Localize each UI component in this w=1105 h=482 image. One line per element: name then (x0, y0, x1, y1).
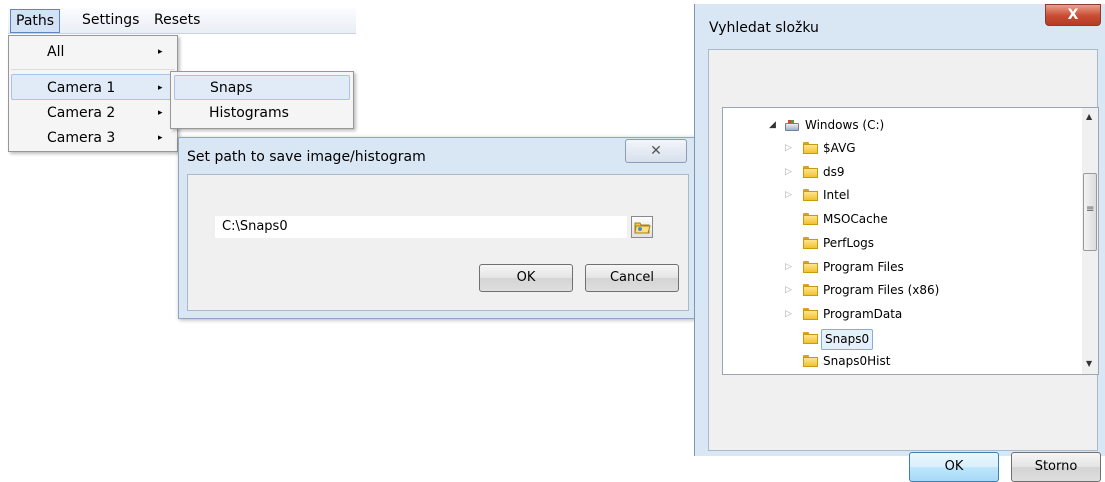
menu-item-label: Histograms (209, 105, 289, 121)
expand-arrow-icon[interactable]: ▷ (785, 256, 792, 279)
tree-item-label: Program Files (823, 259, 904, 274)
menu-item-label: Snaps (210, 80, 253, 96)
submenu-arrow-icon: ▸ (158, 108, 163, 118)
menu-settings[interactable]: Settings (82, 8, 139, 33)
cancel-button[interactable]: Storno (1011, 452, 1101, 482)
folder-icon (803, 189, 818, 202)
submenu-arrow-icon: ▸ (158, 47, 163, 57)
menu-item-label: Camera 2 (47, 105, 116, 121)
menu-item-snaps[interactable]: Snaps (174, 75, 350, 100)
tree-item-folder[interactable]: ▷ Program Files (723, 256, 1063, 279)
folder-icon (803, 213, 818, 226)
expand-arrow-icon[interactable]: ▷ (785, 161, 792, 184)
menu-item-camera-2[interactable]: Camera 2 ▸ (11, 100, 175, 126)
menu-paths[interactable]: Paths (10, 9, 61, 33)
folder-icon (803, 260, 818, 273)
close-button[interactable]: ✕ (625, 139, 687, 163)
expand-arrow-icon[interactable]: ▷ (785, 137, 792, 160)
menu-item-histograms[interactable]: Histograms (174, 101, 350, 126)
paths-dropdown-menu: All ▸ Camera 1 ▸ Camera 2 ▸ Camera 3 ▸ (8, 35, 178, 152)
expand-arrow-icon[interactable]: ▷ (785, 279, 792, 302)
tree-item-label: Snaps0Hist (823, 354, 891, 369)
dialog-title: Set path to save image/histogram (187, 149, 426, 165)
tree-item-folder[interactable]: ▷ $AVG (723, 137, 1063, 160)
tree-item-label: PerfLogs (823, 235, 875, 250)
menu-item-camera-1[interactable]: Camera 1 ▸ (11, 74, 175, 100)
expand-arrow-icon[interactable]: ▷ (785, 303, 792, 326)
path-input[interactable]: C:\Snaps0 (215, 216, 627, 238)
camera-1-submenu: Snaps Histograms (170, 71, 354, 129)
menu-separator (11, 69, 175, 70)
menu-item-label: All (47, 44, 65, 60)
folder-browse-icon (634, 222, 651, 234)
close-icon: X (1067, 7, 1079, 23)
folder-icon (803, 142, 818, 154)
close-button[interactable]: X (1045, 4, 1101, 26)
vertical-scrollbar[interactable]: ▲ ≡ ▼ (1082, 107, 1099, 375)
menu-resets[interactable]: Resets (154, 8, 200, 33)
scroll-down-arrow-icon[interactable]: ▼ (1086, 359, 1092, 368)
ok-button[interactable]: OK (479, 264, 573, 292)
collapse-arrow-icon[interactable]: ◢ (769, 114, 776, 137)
tree-item-label: ProgramData (823, 306, 903, 321)
tree-item-label: Snaps0 (821, 328, 874, 350)
drive-icon (785, 120, 799, 131)
menu-item-label: Camera 3 (47, 130, 116, 146)
tree-item-label: Windows (C:) (805, 118, 885, 132)
folder-icon (803, 307, 818, 320)
dialog-body: C:\Snaps0 OK Cancel (187, 174, 689, 311)
menu-item-all[interactable]: All ▸ (11, 39, 175, 65)
folder-tree[interactable]: ◢ Windows (C:) ▷ $AVG ▷ ds9 ▷ Intel MSOCache Pe… (722, 107, 1083, 375)
tree-item-folder[interactable]: ▷ Intel (723, 184, 1063, 207)
submenu-arrow-icon: ▸ (158, 83, 163, 93)
tree-item-folder[interactable]: ▷ ProgramData (723, 303, 1063, 326)
tree-item-root[interactable]: ◢ Windows (C:) (723, 114, 1063, 137)
expand-arrow-icon[interactable]: ▷ (785, 184, 792, 207)
submenu-arrow-icon: ▸ (158, 133, 163, 143)
menu-item-camera-3[interactable]: Camera 3 ▸ (11, 125, 175, 151)
folder-icon (803, 331, 818, 344)
close-icon: ✕ (650, 143, 662, 159)
folder-icon (803, 284, 818, 297)
menu-bar: Paths Settings Resets (8, 8, 356, 34)
tree-item-folder[interactable]: Snaps0 (723, 327, 1063, 350)
set-path-dialog: Set path to save image/histogram ✕ C:\Sn… (178, 137, 696, 319)
menu-item-label: Camera 1 (47, 80, 116, 96)
cancel-button[interactable]: Cancel (585, 264, 679, 292)
folder-icon (803, 165, 818, 178)
tree-item-label: $AVG (823, 141, 856, 155)
tree-item-label: MSOCache (823, 212, 888, 227)
tree-item-label: Intel (823, 188, 850, 203)
tree-item-folder[interactable]: Snaps0Hist (723, 350, 1063, 373)
tree-item-folder[interactable]: ▷ Program Files (x86) (723, 279, 1063, 302)
browse-folder-button[interactable] (631, 216, 653, 238)
tree-item-folder[interactable]: ▷ ds9 (723, 161, 1063, 184)
ok-button[interactable]: OK (909, 452, 999, 482)
scroll-up-arrow-icon[interactable]: ▲ (1086, 112, 1092, 121)
scroll-thumb[interactable]: ≡ (1083, 173, 1097, 251)
folder-icon (803, 355, 818, 368)
tree-item-folder[interactable]: MSOCache (723, 208, 1063, 231)
dialog-body: ◢ Windows (C:) ▷ $AVG ▷ ds9 ▷ Intel MSOCache Pe… (708, 49, 1101, 482)
tree-item-label: ds9 (823, 164, 845, 179)
tree-item-label: Program Files (x86) (823, 283, 940, 298)
browse-folder-dialog: Vyhledat složku X ◢ Windows (C:) ▷ $AVG ▷ d… (694, 4, 1105, 482)
folder-icon (803, 236, 818, 249)
grip-icon: ≡ (1086, 204, 1095, 215)
tree-item-folder[interactable]: PerfLogs (723, 232, 1063, 255)
dialog-title: Vyhledat složku (709, 20, 819, 36)
